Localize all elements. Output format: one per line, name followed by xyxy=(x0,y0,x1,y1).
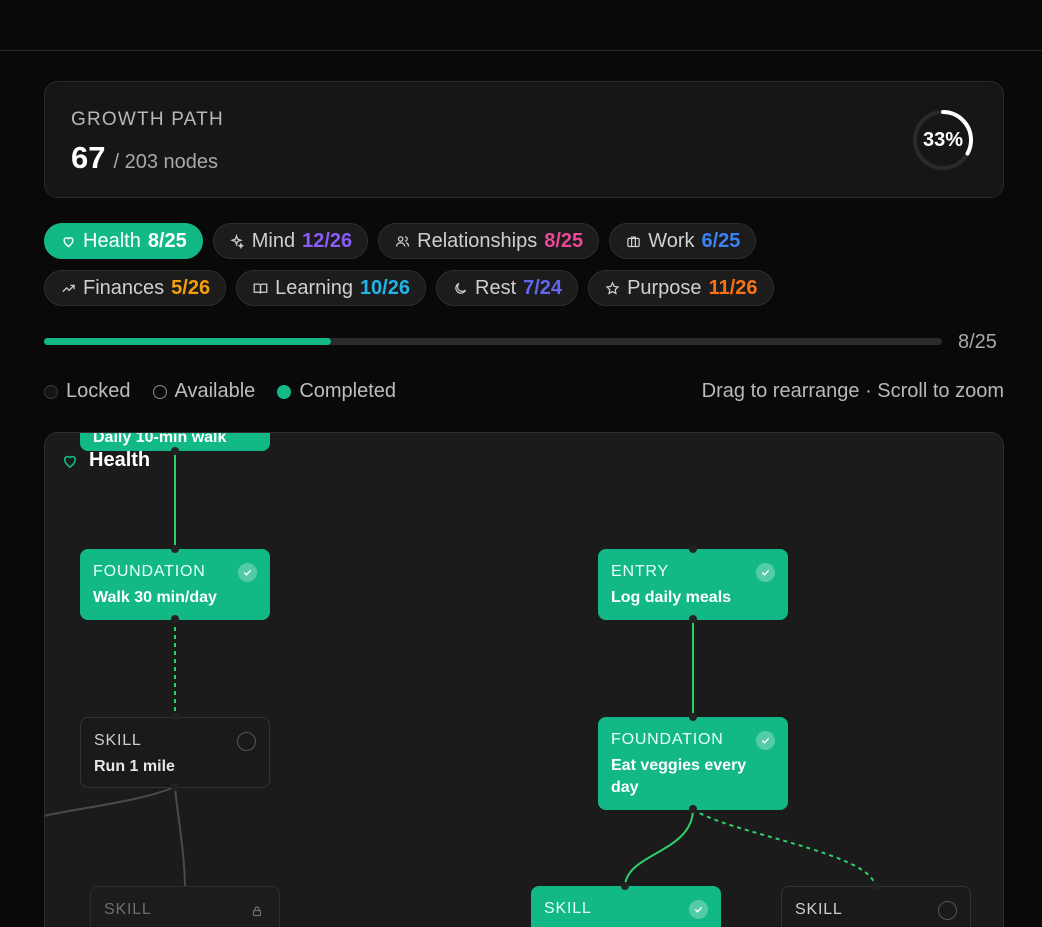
category-count: 11/26 xyxy=(708,276,758,299)
connector-pin xyxy=(871,882,879,890)
locked-dot xyxy=(44,384,58,399)
legend-completed: Completed xyxy=(277,380,396,403)
category-chip-purpose[interactable]: Purpose 11/26 xyxy=(588,270,774,306)
connector-pin xyxy=(171,545,179,553)
connector-pin xyxy=(689,713,697,721)
category-count: 6/25 xyxy=(701,229,741,252)
node-title: Run 1 mile xyxy=(94,758,175,775)
trending-up-icon xyxy=(60,280,76,296)
legend-available: Available xyxy=(152,380,255,403)
node-skill-available[interactable]: SKILL xyxy=(781,886,971,927)
category-count: 8/25 xyxy=(544,229,584,252)
node-log-meals[interactable]: ENTRY Log daily meals xyxy=(598,549,788,620)
category-progress-fill xyxy=(44,338,332,345)
node-tier: ENTRY xyxy=(611,563,669,580)
category-chip-mind[interactable]: Mind 12/26 xyxy=(212,223,369,259)
node-skill-completed[interactable]: SKILL xyxy=(531,886,721,927)
summary-count: 67 / 203 nodes xyxy=(71,140,218,176)
completed-dot xyxy=(277,384,292,399)
node-tier: SKILL xyxy=(544,900,592,917)
category-label: Health xyxy=(83,229,141,252)
category-label: Finances xyxy=(83,276,165,299)
category-label: Work xyxy=(648,229,695,252)
node-eat-veggies[interactable]: FOUNDATION Eat veggies every day xyxy=(598,717,788,810)
category-label: Rest xyxy=(475,276,517,299)
canvas-category-title: Health xyxy=(61,449,150,472)
connector-pin xyxy=(171,447,179,455)
heart-icon xyxy=(60,233,76,249)
top-bar xyxy=(0,0,1042,51)
status-legend: Locked Available Completed xyxy=(44,380,396,403)
sparkle-icon xyxy=(229,233,245,249)
node-title: Eat veggies every day xyxy=(611,757,747,796)
category-count: 7/24 xyxy=(523,276,563,299)
category-chip-relationships[interactable]: Relationships 8/25 xyxy=(378,223,600,259)
check-icon xyxy=(238,563,257,582)
check-icon xyxy=(689,900,708,919)
node-walk-30[interactable]: FOUNDATION Walk 30 min/day xyxy=(80,549,270,620)
star-icon xyxy=(604,280,620,296)
moon-icon xyxy=(452,280,468,296)
category-label: Relationships xyxy=(417,229,538,252)
category-chip-work[interactable]: Work 6/25 xyxy=(609,223,757,259)
category-label: Learning xyxy=(275,276,353,299)
progress-percent: 33% xyxy=(922,129,964,151)
available-circle-icon xyxy=(938,901,957,920)
summary-label: GROWTH PATH xyxy=(71,109,224,130)
connector-pin xyxy=(689,615,697,623)
node-tier: FOUNDATION xyxy=(611,731,724,748)
node-skill-locked[interactable]: SKILL xyxy=(90,886,280,927)
available-circle-icon xyxy=(237,732,256,751)
node-title: Walk 30 min/day xyxy=(93,589,217,606)
category-filter: Health 8/25 Mind 12/26 Relationships 8/2… xyxy=(44,223,1004,317)
category-label: Purpose xyxy=(627,276,702,299)
node-tier: SKILL xyxy=(104,901,152,918)
connector-pin xyxy=(689,805,697,813)
category-progress-bar xyxy=(44,338,942,345)
node-tier: SKILL xyxy=(94,732,142,749)
connector-pin xyxy=(171,615,179,623)
check-icon xyxy=(756,563,775,582)
available-dot xyxy=(152,384,167,399)
briefcase-icon xyxy=(625,233,641,249)
category-chip-finances[interactable]: Finances 5/26 xyxy=(44,270,227,306)
completed-count: 67 xyxy=(71,140,106,175)
node-tier: FOUNDATION xyxy=(93,563,206,580)
lock-icon xyxy=(247,901,266,920)
connector-pin xyxy=(621,882,629,890)
category-count: 10/26 xyxy=(359,276,410,299)
node-run-1-mile[interactable]: SKILL Run 1 mile xyxy=(80,717,270,788)
category-label: Mind xyxy=(251,229,296,252)
category-chip-rest[interactable]: Rest 7/24 xyxy=(436,270,579,306)
heart-icon xyxy=(63,455,77,468)
growth-summary-card: GROWTH PATH 67 / 203 nodes 33% xyxy=(44,81,1004,198)
legend-locked: Locked xyxy=(44,380,131,403)
category-count: 5/26 xyxy=(171,276,211,299)
category-count: 8/25 xyxy=(147,229,187,252)
category-chip-learning[interactable]: Learning 10/26 xyxy=(236,270,426,306)
total-nodes: / 203 nodes xyxy=(113,151,219,173)
node-title: Log daily meals xyxy=(611,589,732,606)
category-progress-text: 8/25 xyxy=(958,331,997,353)
connector-pin xyxy=(171,713,179,721)
category-chip-health[interactable]: Health 8/25 xyxy=(44,223,203,259)
node-links xyxy=(45,451,876,890)
category-count: 12/26 xyxy=(302,229,353,252)
skill-tree-canvas[interactable]: Daily 10-min walk Health FOUNDATION Walk… xyxy=(44,432,1004,927)
check-icon xyxy=(756,731,775,750)
progress-ring: 33% xyxy=(911,108,975,172)
book-icon xyxy=(252,280,268,296)
node-tier: SKILL xyxy=(795,901,843,918)
users-icon xyxy=(394,233,410,249)
connector-pin xyxy=(171,783,179,791)
connector-pin xyxy=(689,545,697,553)
canvas-hint: Drag to rearrange · Scroll to zoom xyxy=(701,380,1004,402)
